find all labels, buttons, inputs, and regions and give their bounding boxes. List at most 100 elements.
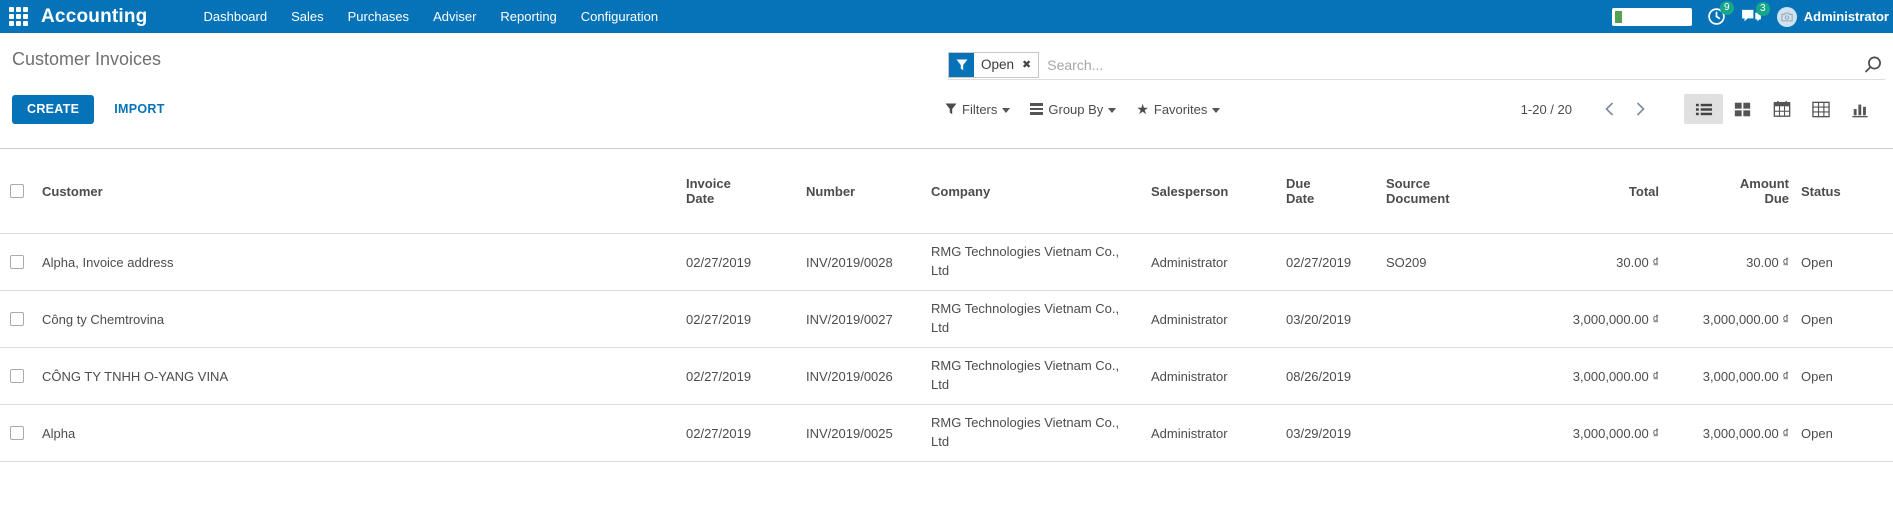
cell-invoice-date: 02/27/2019 — [680, 312, 800, 327]
cell-number: INV/2019/0027 — [800, 312, 925, 327]
list-view-button[interactable] — [1684, 94, 1723, 124]
view-switcher — [1684, 94, 1879, 124]
pivot-view-icon — [1812, 101, 1830, 118]
pager-previous-button[interactable] — [1594, 97, 1625, 121]
cell-salesperson: Administrator — [1145, 426, 1280, 441]
cell-number: INV/2019/0025 — [800, 426, 925, 441]
cell-source-document: SO209 — [1380, 255, 1510, 270]
cell-due-date: 03/29/2019 — [1280, 426, 1380, 441]
list-header-row: Customer Invoice Date Number Company Sal… — [0, 148, 1893, 234]
app-title: Accounting — [41, 6, 148, 28]
column-header-status[interactable]: Status — [1795, 184, 1870, 199]
kanban-view-icon — [1734, 101, 1751, 118]
messages-button[interactable]: 3 — [1741, 8, 1762, 25]
menu-item-adviser[interactable]: Adviser — [421, 0, 488, 33]
filter-icon — [945, 103, 957, 115]
cell-customer: Alpha, Invoice address — [36, 255, 680, 270]
activity-count-badge: 9 — [1720, 1, 1734, 15]
cell-status: Open — [1795, 369, 1870, 384]
cell-due-date: 02/27/2019 — [1280, 255, 1380, 270]
column-header-number[interactable]: Number — [800, 184, 925, 199]
row-checkbox[interactable] — [10, 426, 24, 440]
menu-item-configuration[interactable]: Configuration — [569, 0, 670, 33]
kanban-view-button[interactable] — [1723, 94, 1762, 124]
top-navbar: Accounting Dashboard Sales Purchases Adv… — [0, 0, 1893, 33]
timer-progress-bar — [1615, 11, 1622, 23]
graph-view-icon — [1851, 101, 1869, 118]
cell-status: Open — [1795, 255, 1870, 270]
row-checkbox[interactable] — [10, 255, 24, 269]
pager-next-button[interactable] — [1625, 97, 1656, 121]
column-header-salesperson[interactable]: Salesperson — [1145, 184, 1280, 199]
group-by-label: Group By — [1048, 102, 1103, 117]
user-menu[interactable]: Administrator — [1777, 7, 1889, 27]
table-row[interactable]: Công ty Chemtrovina 02/27/2019 INV/2019/… — [0, 291, 1893, 348]
cell-number: INV/2019/0028 — [800, 255, 925, 270]
table-row[interactable]: Alpha 02/27/2019 INV/2019/0025 RMG Techn… — [0, 405, 1893, 462]
column-header-total[interactable]: Total — [1510, 184, 1665, 199]
menu-item-purchases[interactable]: Purchases — [336, 0, 421, 33]
cell-amount-due: 30.00 ₫ — [1665, 255, 1795, 270]
cell-company: RMG Technologies Vietnam Co., Ltd — [925, 243, 1145, 281]
cell-due-date: 03/20/2019 — [1280, 312, 1380, 327]
caret-down-icon — [1212, 108, 1220, 113]
menu-item-dashboard[interactable]: Dashboard — [192, 0, 280, 33]
cell-due-date: 08/26/2019 — [1280, 369, 1380, 384]
column-header-customer[interactable]: Customer — [36, 184, 680, 199]
search-bar: Open ✖ — [948, 50, 1885, 80]
cell-total: 3,000,000.00 ₫ — [1510, 426, 1665, 441]
apps-menu-icon[interactable] — [9, 7, 29, 27]
menu-item-reporting[interactable]: Reporting — [488, 0, 568, 33]
import-button[interactable]: IMPORT — [114, 102, 164, 116]
cell-salesperson: Administrator — [1145, 255, 1280, 270]
search-icon[interactable] — [1863, 55, 1885, 75]
cell-invoice-date: 02/27/2019 — [680, 369, 800, 384]
cell-salesperson: Administrator — [1145, 369, 1280, 384]
graph-view-button[interactable] — [1840, 94, 1879, 124]
cell-total: 3,000,000.00 ₫ — [1510, 369, 1665, 384]
cell-company: RMG Technologies Vietnam Co., Ltd — [925, 414, 1145, 452]
calendar-view-button[interactable] — [1762, 94, 1801, 124]
message-count-badge: 3 — [1756, 2, 1770, 16]
pager-range: 1-20 / 20 — [1521, 102, 1572, 117]
cell-status: Open — [1795, 426, 1870, 441]
column-header-company[interactable]: Company — [925, 184, 1145, 199]
timer-widget[interactable] — [1612, 8, 1692, 26]
star-icon: ★ — [1136, 102, 1149, 116]
cell-status: Open — [1795, 312, 1870, 327]
search-facet-open[interactable]: Open ✖ — [948, 52, 1039, 78]
cell-total: 3,000,000.00 ₫ — [1510, 312, 1665, 327]
column-header-due-date[interactable]: Due Date — [1280, 176, 1380, 206]
activities-button[interactable]: 9 — [1707, 7, 1726, 26]
table-row[interactable]: CÔNG TY TNHH O-YANG VINA 02/27/2019 INV/… — [0, 348, 1893, 405]
chevron-left-icon — [1604, 101, 1615, 117]
camera-icon — [1781, 12, 1793, 22]
pivot-view-button[interactable] — [1801, 94, 1840, 124]
row-checkbox[interactable] — [10, 312, 24, 326]
column-header-amount-due[interactable]: Amount Due — [1665, 176, 1795, 206]
cell-amount-due: 3,000,000.00 ₫ — [1665, 369, 1795, 384]
main-menu: Dashboard Sales Purchases Adviser Report… — [192, 0, 671, 33]
filters-dropdown[interactable]: Filters — [945, 102, 1010, 117]
create-button[interactable]: CREATE — [12, 95, 94, 124]
menu-item-sales[interactable]: Sales — [279, 0, 336, 33]
table-row[interactable]: Alpha, Invoice address 02/27/2019 INV/20… — [0, 234, 1893, 291]
search-input[interactable] — [1039, 57, 1863, 73]
select-all-checkbox[interactable] — [10, 184, 24, 198]
filters-label: Filters — [962, 102, 997, 117]
cell-customer: CÔNG TY TNHH O-YANG VINA — [36, 369, 680, 384]
column-header-source-document[interactable]: Source Document — [1380, 176, 1510, 206]
caret-down-icon — [1002, 108, 1010, 113]
cell-company: RMG Technologies Vietnam Co., Ltd — [925, 357, 1145, 395]
cell-amount-due: 3,000,000.00 ₫ — [1665, 426, 1795, 441]
control-panel-top: Customer Invoices Open ✖ — [0, 33, 1893, 83]
favorites-dropdown[interactable]: ★ Favorites — [1136, 102, 1220, 117]
facet-remove-icon[interactable]: ✖ — [1021, 53, 1038, 77]
group-by-dropdown[interactable]: Group By — [1030, 102, 1116, 117]
chevron-right-icon — [1635, 101, 1646, 117]
pager: 1-20 / 20 — [1521, 94, 1879, 124]
page-title: Customer Invoices — [12, 49, 161, 70]
favorites-label: Favorites — [1154, 102, 1207, 117]
column-header-invoice-date[interactable]: Invoice Date — [680, 176, 800, 206]
row-checkbox[interactable] — [10, 369, 24, 383]
